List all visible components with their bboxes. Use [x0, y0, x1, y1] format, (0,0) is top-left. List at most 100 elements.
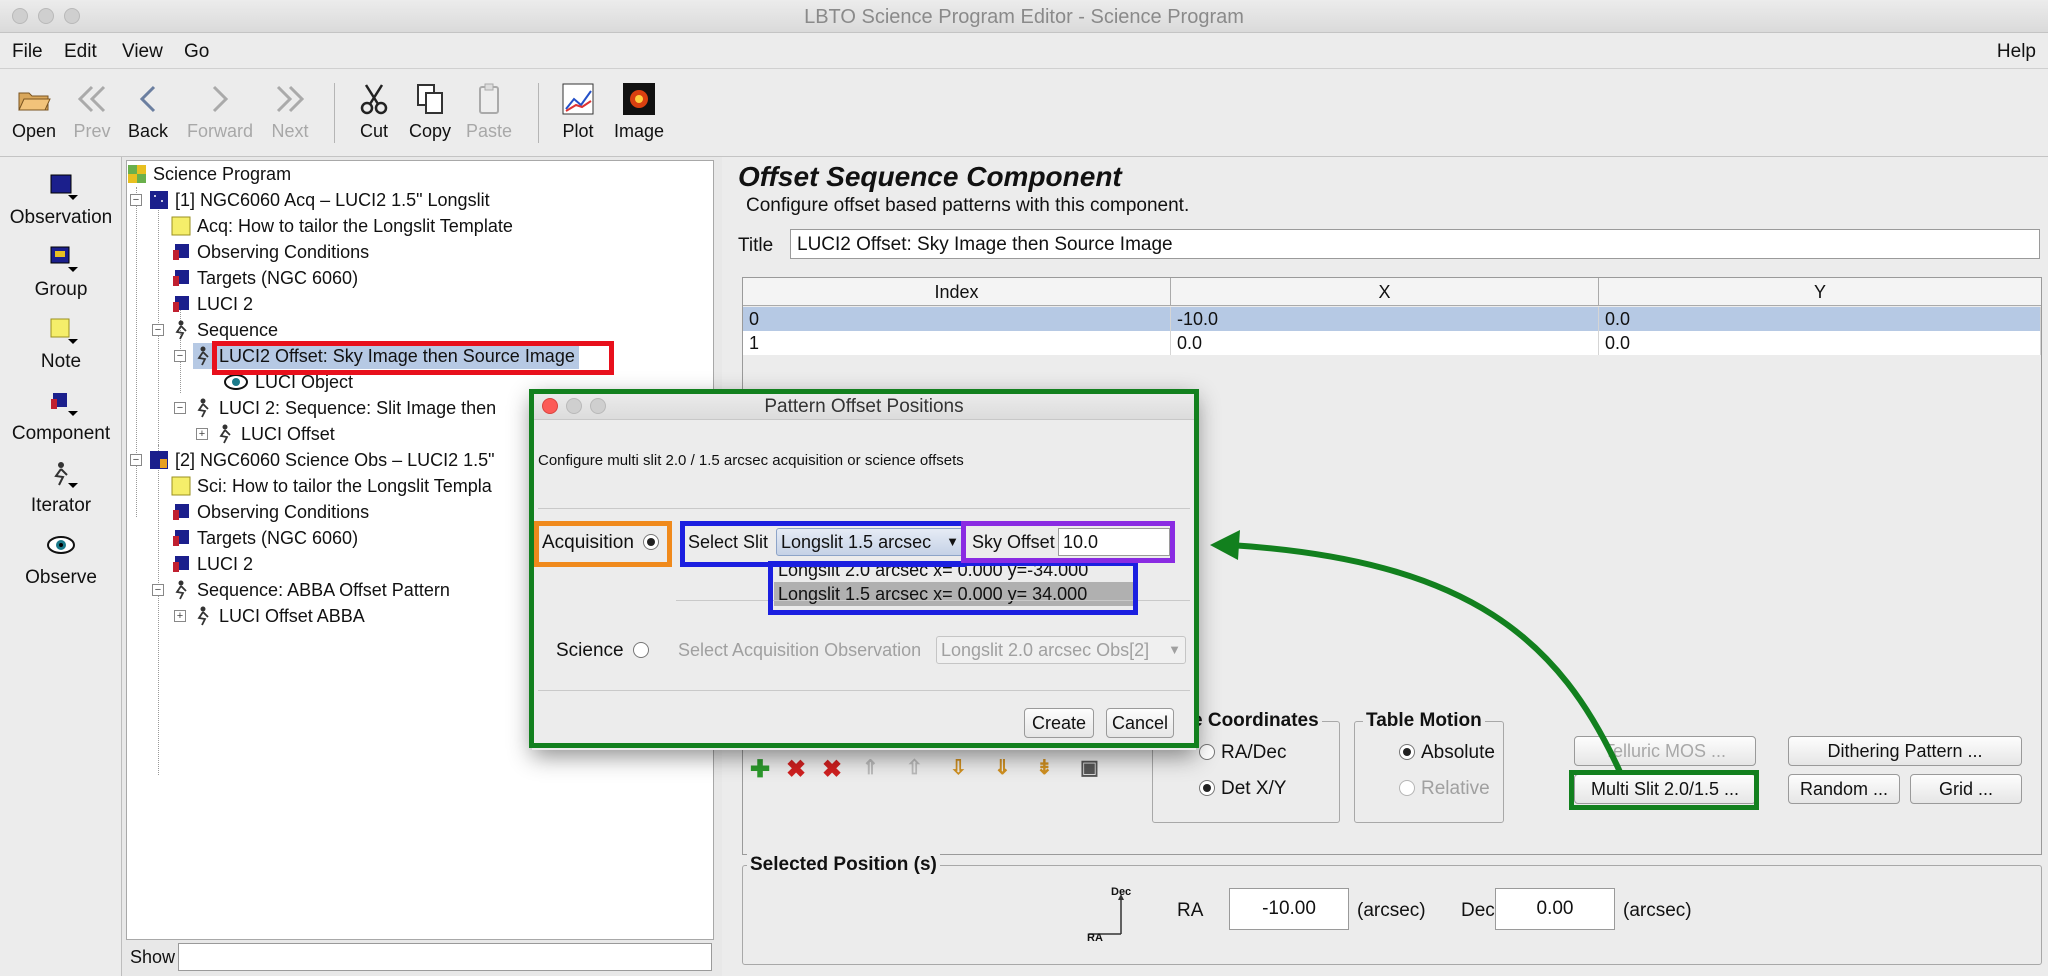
component-subtitle: Configure offset based patterns with thi…	[746, 195, 1190, 216]
radio-indicator	[632, 642, 649, 658]
cell-x: -10.0	[1171, 307, 1599, 331]
radio-absolute[interactable]: Absolute	[1399, 742, 1495, 764]
title-input[interactable]: LUCI2 Offset: Sky Image then Source Imag…	[790, 229, 2040, 259]
clipboard-icon[interactable]: ▣	[1080, 755, 1099, 780]
tree-node-offset-selected[interactable]: LUCI2 Offset: Sky Image then Source Imag…	[193, 343, 579, 369]
palette-iterator[interactable]: Iterator	[0, 461, 122, 517]
tree-node-sequence[interactable]: Sequence: ABBA Offset Pattern	[171, 577, 450, 603]
plot-button[interactable]: Plot	[556, 69, 600, 157]
sky-offset-input[interactable]: 10.0	[1058, 528, 1170, 556]
image-button[interactable]: Image	[612, 69, 666, 157]
dropdown-option-selected[interactable]: Longslit 1.5 arcsec x= 0.000 y= 34.000	[774, 582, 1134, 606]
tree-node-observation-2[interactable]: [2] NGC6060 Science Obs – LUCI2 1.5"	[149, 447, 495, 473]
move-bottom-icon[interactable]: ⇓	[994, 755, 1011, 780]
random-button[interactable]: Random ...	[1788, 774, 1900, 804]
tree-node-note[interactable]: Sci: How to tailor the Longslit Templa	[171, 473, 492, 499]
science-label: Science	[556, 640, 624, 661]
column-header-index[interactable]: Index	[743, 278, 1171, 306]
tree-node-targets[interactable]: Targets (NGC 6060)	[171, 265, 358, 291]
menu-go[interactable]: Go	[184, 41, 209, 63]
radio-detxy[interactable]: Det X/Y	[1199, 778, 1286, 800]
tree-node-offset-abba[interactable]: LUCI Offset ABBA	[193, 603, 365, 629]
tree-connector	[136, 187, 137, 517]
remove-row-icon[interactable]: ✖	[786, 755, 806, 784]
slit-dropdown-list[interactable]: Longslit 2.0 arcsec x= 0.000 y=-34.000 L…	[774, 558, 1134, 606]
move-custom-icon[interactable]: ⇟	[1036, 755, 1053, 780]
palette-note[interactable]: Note	[0, 317, 122, 373]
palette-group[interactable]: Group	[0, 245, 122, 301]
tree-expand-toggle[interactable]: +	[174, 610, 186, 622]
dropdown-option[interactable]: Longslit 2.0 arcsec x= 0.000 y=-34.000	[774, 558, 1134, 582]
move-top-icon[interactable]: ⇑	[862, 755, 879, 780]
remove-all-icon[interactable]: ✖	[822, 755, 842, 784]
note-icon	[171, 476, 191, 496]
copy-button[interactable]: Copy	[406, 69, 454, 157]
tree-node-instrument[interactable]: LUCI 2	[171, 551, 253, 577]
coordinates-title: e Coordinates	[1189, 710, 1322, 732]
tree-node-offset-2[interactable]: LUCI Offset	[215, 421, 335, 447]
observation-icon	[50, 174, 78, 200]
tree-node-targets[interactable]: Targets (NGC 6060)	[171, 525, 358, 551]
back-button[interactable]: Back	[122, 69, 174, 157]
science-radio[interactable]: Science	[556, 640, 655, 662]
iterator-icon	[219, 424, 231, 444]
tree-node-root[interactable]: Science Program	[127, 161, 291, 187]
acq-obs-select[interactable]: Longslit 2.0 arcsec Obs[2] ▼	[936, 636, 1186, 664]
radio-label: Relative	[1421, 778, 1490, 799]
table-row[interactable]: 0 -10.0 0.0	[743, 307, 2041, 331]
move-down-icon[interactable]: ⇩	[950, 755, 967, 780]
palette-observation[interactable]: Observation	[0, 173, 122, 229]
eye-icon	[47, 536, 75, 554]
ra-field[interactable]: -10.00	[1229, 888, 1349, 930]
menu-file[interactable]: File	[12, 41, 43, 63]
open-button[interactable]: Open	[6, 69, 62, 157]
scissors-icon	[360, 84, 388, 115]
dec-field[interactable]: 0.00	[1495, 888, 1615, 930]
tree-node-note[interactable]: Acq: How to tailor the Longslit Template	[171, 213, 513, 239]
menu-help[interactable]: Help	[1997, 41, 2036, 63]
radio-relative[interactable]: Relative	[1399, 778, 1490, 800]
cut-button[interactable]: Cut	[352, 69, 396, 157]
cancel-button[interactable]: Cancel	[1106, 708, 1174, 738]
tree-node-object[interactable]: LUCI Object	[223, 369, 353, 395]
multi-slit-button[interactable]: Multi Slit 2.0/1.5 ...	[1574, 774, 1756, 804]
tree-collapse-toggle[interactable]: −	[130, 194, 142, 206]
column-header-y[interactable]: Y	[1599, 278, 2041, 306]
acquisition-radio[interactable]: Acquisition	[542, 532, 665, 554]
slit-select[interactable]: Longslit 1.5 arcsec ▼	[776, 528, 964, 556]
tree-node-sequence[interactable]: Sequence	[171, 317, 278, 343]
radio-label: Det X/Y	[1221, 778, 1287, 799]
copy-icon	[417, 84, 443, 114]
show-filter-bar: Show	[126, 940, 714, 974]
telluric-mos-button[interactable]: Telluric MOS ...	[1574, 736, 1756, 766]
menu-edit[interactable]: Edit	[64, 41, 97, 63]
tree-node-observation-1[interactable]: [1] NGC6060 Acq – LUCI2 1.5" Longslit	[149, 187, 490, 213]
iterator-icon	[175, 320, 187, 340]
add-row-icon[interactable]: ✚	[750, 755, 770, 784]
table-row[interactable]: 1 0.0 0.0	[743, 331, 2041, 355]
move-up-icon[interactable]: ⇧	[906, 755, 923, 780]
paste-button[interactable]: Paste	[464, 69, 514, 157]
palette-component[interactable]: Component	[0, 389, 122, 445]
tree-node-conditions[interactable]: Observing Conditions	[171, 499, 369, 525]
tree-collapse-toggle[interactable]: −	[152, 584, 164, 596]
palette-observe[interactable]: Observe	[0, 533, 122, 589]
tree-collapse-toggle[interactable]: −	[130, 454, 142, 466]
tree-expand-toggle[interactable]: +	[196, 428, 208, 440]
dithering-pattern-button[interactable]: Dithering Pattern ...	[1788, 736, 2022, 766]
tree-node-conditions[interactable]: Observing Conditions	[171, 239, 369, 265]
tree-node-sequence-2[interactable]: LUCI 2: Sequence: Slit Image then	[193, 395, 496, 421]
grid-button[interactable]: Grid ...	[1910, 774, 2022, 804]
menu-view[interactable]: View	[122, 41, 163, 63]
radio-radec[interactable]: RA/Dec	[1199, 742, 1286, 764]
tree-collapse-toggle[interactable]: −	[174, 402, 186, 414]
next-button[interactable]: Next	[264, 69, 316, 157]
prev-button[interactable]: Prev	[66, 69, 118, 157]
tree-node-instrument[interactable]: LUCI 2	[171, 291, 253, 317]
column-header-x[interactable]: X	[1171, 278, 1599, 306]
tree-collapse-toggle[interactable]: −	[174, 350, 186, 362]
show-input[interactable]	[178, 943, 712, 971]
tree-collapse-toggle[interactable]: −	[152, 324, 164, 336]
forward-button[interactable]: Forward	[180, 69, 260, 157]
create-button[interactable]: Create	[1024, 708, 1094, 738]
